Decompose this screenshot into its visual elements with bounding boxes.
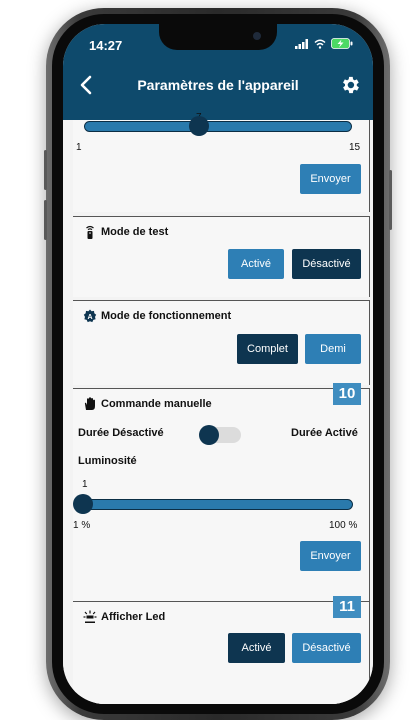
send-button[interactable]: Envoyer <box>300 164 361 194</box>
remote-control-icon <box>86 225 94 239</box>
show-led-title: Afficher Led <box>101 611 166 623</box>
led-light-icon <box>83 610 97 623</box>
svg-text:A: A <box>87 314 92 321</box>
show-led-off-button[interactable]: Désactivé <box>292 633 361 663</box>
test-mode-title: Mode de test <box>101 226 169 238</box>
hand-icon <box>84 397 95 410</box>
slider-card: 7 1 15 Envoyer <box>73 112 370 212</box>
slider-track[interactable] <box>84 121 352 132</box>
test-mode-on-button[interactable]: Activé <box>228 249 284 279</box>
slider-min-label: 1 <box>76 142 82 153</box>
settings-content: 7 1 15 Envoyer Mode de test Activé Désac… <box>63 112 373 704</box>
brightness-slider-thumb[interactable] <box>73 494 93 514</box>
phone-power-button <box>389 170 392 230</box>
test-mode-card: Mode de test Activé Désactivé <box>73 216 370 297</box>
slider-max-label: 15 <box>349 142 361 153</box>
brightness-value-label: 1 <box>82 479 88 490</box>
mode-badge-icon: A <box>83 309 97 323</box>
status-time: 14:27 <box>89 38 123 53</box>
duration-on-label: Durée Activé <box>291 427 358 439</box>
wifi-icon <box>314 39 326 49</box>
operating-mode-half-button[interactable]: Demi <box>305 334 361 364</box>
phone-side-button <box>44 200 47 240</box>
manual-command-title: Commande manuelle <box>101 398 212 410</box>
step-badge: 11 <box>333 596 361 618</box>
phone-side-button <box>44 150 47 190</box>
duration-off-label: Durée Désactivé <box>78 427 164 439</box>
status-icons <box>295 38 353 49</box>
show-led-card: 11 Afficher Led Activé Désactivé <box>73 596 370 704</box>
slider-thumb[interactable] <box>189 116 209 136</box>
battery-charging-icon <box>331 38 353 49</box>
operating-mode-title: Mode de fonctionnement <box>101 310 232 322</box>
brightness-label: Luminosité <box>78 455 137 467</box>
brightness-min-label: 1 % <box>73 520 91 531</box>
step-badge: 10 <box>333 383 361 405</box>
brightness-max-label: 100 % <box>329 520 358 531</box>
show-led-on-button[interactable]: Activé <box>228 633 285 663</box>
manual-command-card: 10 Commande manuelle Durée Désactivé Dur… <box>73 383 370 601</box>
brightness-slider-track[interactable] <box>77 499 353 510</box>
operating-mode-card: A Mode de fonctionnement Complet Demi <box>73 300 370 385</box>
app-header: 14:27 Paramètres de l'appareil <box>63 24 373 120</box>
camera-dot <box>253 32 261 40</box>
send-brightness-button[interactable]: Envoyer <box>300 541 361 571</box>
phone-screen: 14:27 Paramètres de l'appareil 1 15 Envo… <box>63 24 373 704</box>
operating-mode-full-button[interactable]: Complet <box>237 334 298 364</box>
page-title: Paramètres de l'appareil <box>137 77 299 93</box>
gear-icon[interactable] <box>339 74 361 96</box>
duration-toggle-knob[interactable] <box>199 425 219 445</box>
signal-icon <box>295 38 308 49</box>
test-mode-off-button[interactable]: Désactivé <box>292 249 361 279</box>
